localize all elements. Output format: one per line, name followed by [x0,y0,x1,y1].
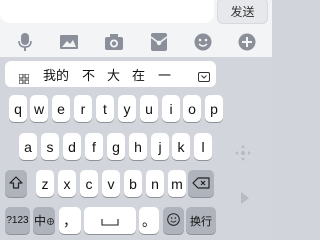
keyboard: 我的 不 大 在 一 q w e r t y u i o p a s d f g… [0,57,272,240]
shift-key[interactable] [5,170,27,197]
key-p[interactable]: p [205,95,223,122]
globe-icon [47,214,54,228]
key-s[interactable]: s [41,133,59,160]
candidate-bar: 我的 不 大 在 一 [0,57,272,87]
toolbar [0,24,272,57]
key-b[interactable]: b [124,170,142,197]
comma-key[interactable]: ， [59,207,81,234]
key-i[interactable]: i [162,95,180,122]
space-icon [101,213,119,229]
key-h[interactable]: h [129,133,147,160]
language-label: 中 [33,214,46,228]
candidate-panel: 我的 不 大 在 一 [5,61,216,87]
input-bar: 发送 [0,0,272,24]
send-button[interactable]: 发送 [217,0,268,24]
key-v[interactable]: v [102,170,120,197]
key-e[interactable]: e [52,95,70,122]
cursor-right-icon[interactable] [241,191,249,209]
candidate-item[interactable]: 在 [132,68,145,84]
grid-icon[interactable] [18,71,30,89]
microphone-icon[interactable] [15,32,35,52]
cursor-move-icon[interactable] [235,145,251,166]
language-key[interactable]: 中 [33,207,55,234]
delete-key[interactable] [188,170,214,197]
emoji-icon[interactable] [193,32,213,52]
red-packet-icon[interactable] [149,32,169,52]
key-n[interactable]: n [146,170,164,197]
period-key[interactable]: 。 [139,207,159,234]
key-x[interactable]: x [58,170,76,197]
emoji-key[interactable] [163,207,184,234]
key-j[interactable]: j [151,133,169,160]
return-key[interactable]: 换行 [186,207,216,234]
key-m[interactable]: m [168,170,186,197]
candidate-item[interactable]: 一 [158,68,171,84]
emoji-icon [167,212,180,229]
key-a[interactable]: a [19,133,37,160]
key-z[interactable]: z [36,170,54,197]
key-o[interactable]: o [183,95,201,122]
plus-icon[interactable] [237,32,257,52]
key-d[interactable]: d [63,133,81,160]
key-q[interactable]: q [9,95,27,122]
key-w[interactable]: w [30,95,48,122]
camera-icon[interactable] [104,32,124,52]
key-u[interactable]: u [140,95,158,122]
key-l[interactable]: l [194,133,212,160]
key-y[interactable]: y [118,95,136,122]
collapse-keyboard-icon[interactable] [198,69,210,87]
key-t[interactable]: t [96,95,114,122]
key-g[interactable]: g [107,133,125,160]
numbers-key[interactable]: ?123 [5,207,30,234]
image-icon[interactable] [59,32,79,52]
key-k[interactable]: k [172,133,190,160]
space-key[interactable] [84,207,136,234]
key-r[interactable]: r [74,95,92,122]
message-input[interactable] [0,0,214,23]
candidate-item[interactable]: 不 [82,68,95,84]
shift-icon [9,175,23,192]
key-c[interactable]: c [80,170,98,197]
backspace-icon [192,176,210,192]
candidate-item[interactable]: 大 [107,68,120,84]
candidate-item[interactable]: 我的 [43,68,69,84]
key-f[interactable]: f [85,133,103,160]
